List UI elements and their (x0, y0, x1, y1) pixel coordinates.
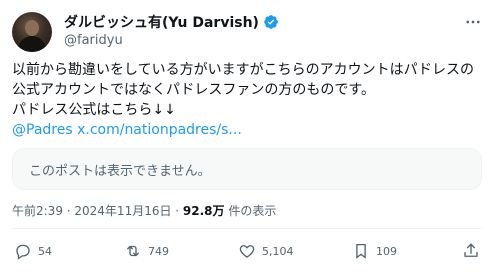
like-count: 5,104 (262, 244, 294, 258)
display-name[interactable]: ダルビッシュ有(Yu Darvish) (64, 12, 259, 32)
more-icon (466, 20, 480, 24)
repost-button[interactable]: 749 (124, 242, 169, 260)
reply-button[interactable]: 54 (14, 242, 52, 260)
verified-badge-icon (264, 15, 278, 29)
tweet-meta: 午前2:39 · 2024年11月16日 · 92.8万 件の表示 (12, 202, 276, 219)
action-bar: 54 749 5,104 109 (12, 236, 482, 266)
quote-unavailable-text: このポストは表示できません。 (29, 163, 211, 179)
reply-icon (16, 244, 30, 260)
like-button[interactable]: 5,104 (238, 242, 294, 260)
views-count: 92.8万 (182, 204, 225, 218)
tweet-header: ダルビッシュ有(Yu Darvish) @faridyu (64, 12, 482, 52)
avatar[interactable] (12, 12, 52, 52)
share-icon (464, 243, 478, 257)
timestamp[interactable]: 午前2:39 · 2024年11月16日 · (12, 204, 183, 218)
bookmark-button[interactable]: 109 (352, 242, 397, 260)
views-label: 件の表示 (224, 204, 277, 218)
tweet-link[interactable]: @Padres x.com/nationpadres/s... (12, 120, 242, 140)
name-row: ダルビッシュ有(Yu Darvish) (64, 12, 482, 32)
repost-icon (127, 245, 139, 257)
divider (12, 228, 482, 229)
repost-count: 749 (148, 244, 169, 258)
like-icon (239, 245, 255, 258)
more-options-button[interactable] (462, 12, 484, 32)
share-button[interactable] (462, 242, 480, 260)
reply-count: 54 (38, 244, 52, 258)
bookmark-count: 109 (376, 244, 397, 258)
bookmark-icon (356, 243, 366, 259)
avatar-face (25, 20, 39, 36)
author-handle[interactable]: @faridyu (64, 33, 482, 48)
quoted-post-unavailable: このポストは表示できません。 (12, 148, 482, 190)
tweet-text: 以前から勘違いをしている方がいますがこちらのアカウントはパドレスの 公式アカウン… (12, 62, 474, 118)
avatar-body (18, 36, 46, 52)
